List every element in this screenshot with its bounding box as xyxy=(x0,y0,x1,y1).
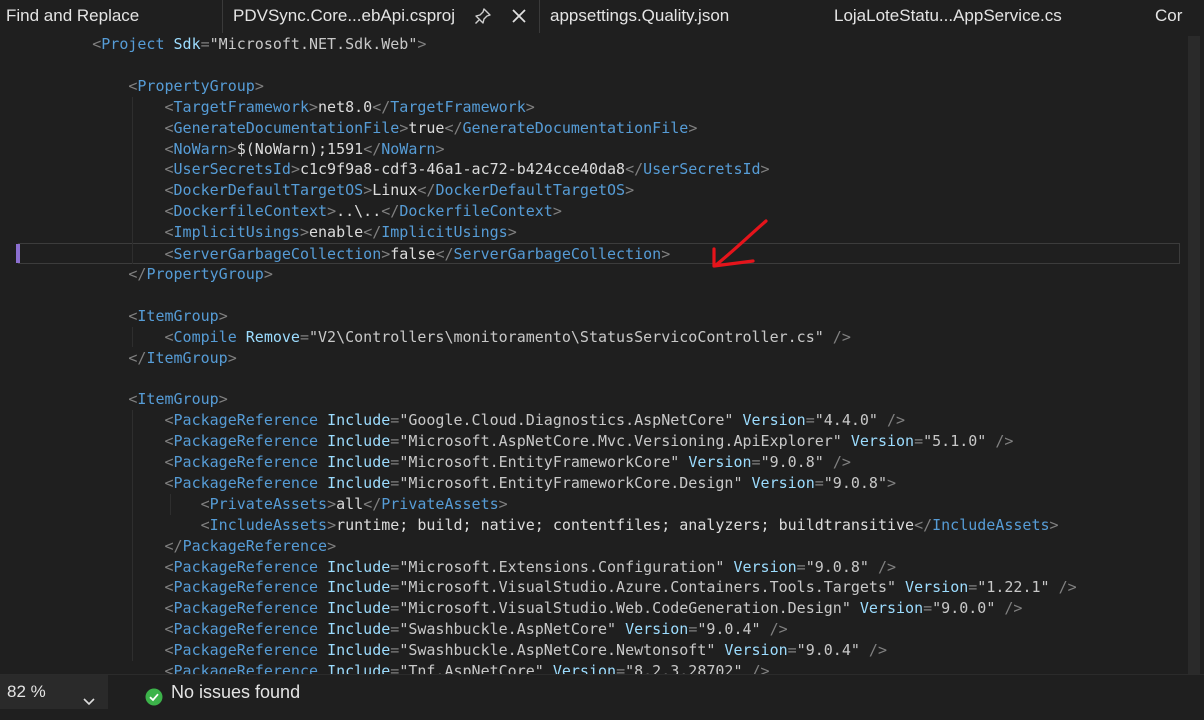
red-arrow-annotation xyxy=(712,219,768,268)
indent-guide xyxy=(132,326,133,348)
indent-guide xyxy=(132,410,133,661)
tab-find-and-replace[interactable]: Find and Replace xyxy=(0,0,222,31)
code-line[interactable] xyxy=(20,55,1180,76)
code-line[interactable]: <ItemGroup> xyxy=(20,306,1180,327)
code-line[interactable]: <UserSecretsId>c1c9f9a8-cdf3-46a1-ac72-b… xyxy=(20,159,1180,180)
code-line[interactable]: <GenerateDocumentationFile>true</Generat… xyxy=(20,118,1180,139)
code-line[interactable]: <PackageReference Include="Microsoft.Ent… xyxy=(20,452,1180,473)
code-line[interactable]: <Project Sdk="Microsoft.NET.Sdk.Web"> xyxy=(20,34,1180,55)
horizontal-scroll-corner xyxy=(1180,675,1204,709)
close-icon[interactable] xyxy=(507,4,531,28)
tab-appsettings-quality[interactable]: appsettings.Quality.json xyxy=(541,0,801,31)
code-line[interactable]: <IncludeAssets>runtime; build; native; c… xyxy=(20,515,1180,536)
code-line[interactable]: <PackageReference Include="Microsoft.Vis… xyxy=(20,577,1180,598)
code-line[interactable]: <ItemGroup> xyxy=(20,389,1180,410)
code-line[interactable]: <PackageReference Include="Microsoft.Ext… xyxy=(20,557,1180,578)
code-line[interactable]: <TargetFramework>net8.0</TargetFramework… xyxy=(20,97,1180,118)
code-line[interactable]: <PropertyGroup> xyxy=(20,76,1180,97)
tab-label: PDVSync.Core...ebApi.csproj xyxy=(233,6,456,25)
code-line[interactable]: <DockerfileContext>..\..</DockerfileCont… xyxy=(20,201,1180,222)
code-line[interactable]: </PropertyGroup> xyxy=(20,264,1180,285)
tab-label: Find and Replace xyxy=(6,6,140,25)
code-line[interactable]: <PackageReference Include="Tnf.AspNetCor… xyxy=(20,661,1180,674)
status-bar: 82 % No issues found xyxy=(0,674,1204,710)
code-line-current[interactable]: <ServerGarbageCollection>false</ServerGa… xyxy=(18,243,1180,264)
pin-icon[interactable] xyxy=(471,4,495,28)
code-line[interactable]: <PackageReference Include="Microsoft.Asp… xyxy=(20,431,1180,452)
tab-label: LojaLoteStatu...AppService.cs xyxy=(834,6,1062,25)
document-tab-strip: Find and Replace PDVSync.Core...ebApi.cs… xyxy=(0,0,1204,34)
chevron-down-icon[interactable] xyxy=(82,686,96,720)
code-line[interactable]: <NoWarn>$(NoWarn);1591</NoWarn> xyxy=(20,139,1180,160)
code-line[interactable] xyxy=(20,368,1180,389)
code-line[interactable]: <Compile Remove="V2\Controllers\monitora… xyxy=(20,327,1180,348)
tab-lojalotestatus-appservice[interactable]: LojaLoteStatu...AppService.cs xyxy=(834,0,1134,31)
code-line[interactable] xyxy=(20,285,1180,306)
code-line[interactable]: <PackageReference Include="Swashbuckle.A… xyxy=(20,640,1180,661)
code-line[interactable]: <PackageReference Include="Microsoft.Vis… xyxy=(20,598,1180,619)
tab-overflow-cor[interactable]: Cor xyxy=(1155,0,1204,31)
code-editor[interactable]: <Project Sdk="Microsoft.NET.Sdk.Web"> <P… xyxy=(0,33,1184,674)
code-line[interactable]: <PackageReference Include="Swashbuckle.A… xyxy=(20,619,1180,640)
indent-guide xyxy=(170,493,171,515)
code-line[interactable]: </ItemGroup> xyxy=(20,348,1180,369)
issues-text: No issues found xyxy=(171,682,301,702)
code-line[interactable]: <PrivateAssets>all</PrivateAssets> xyxy=(20,494,1180,515)
tab-label: Cor xyxy=(1155,6,1183,25)
code-line[interactable]: <ImplicitUsings>enable</ImplicitUsings> xyxy=(20,222,1180,243)
tab-divider xyxy=(539,0,540,33)
indent-guide xyxy=(132,96,133,264)
change-indicator xyxy=(16,244,20,263)
code-line[interactable]: <PackageReference Include="Google.Cloud.… xyxy=(20,410,1180,431)
check-circle-icon xyxy=(145,683,163,717)
scrollbar-thumb[interactable] xyxy=(1188,36,1200,676)
zoom-value: 82 % xyxy=(7,682,46,701)
code-line[interactable]: </PackageReference> xyxy=(20,536,1180,557)
vertical-scrollbar[interactable] xyxy=(1184,33,1204,676)
tab-label: appsettings.Quality.json xyxy=(550,6,730,25)
code-line[interactable]: <DockerDefaultTargetOS>Linux</DockerDefa… xyxy=(20,180,1180,201)
code-line[interactable]: <PackageReference Include="Microsoft.Ent… xyxy=(20,473,1180,494)
code-area[interactable]: <Project Sdk="Microsoft.NET.Sdk.Web"> <P… xyxy=(0,33,1184,674)
zoom-dropdown[interactable]: 82 % xyxy=(0,675,108,709)
